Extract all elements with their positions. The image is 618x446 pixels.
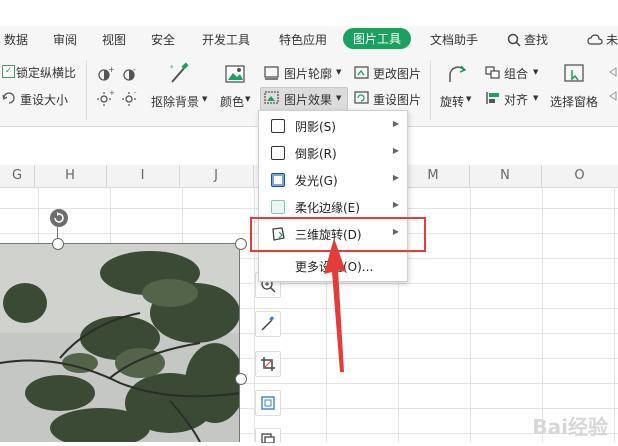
change-picture-icon[interactable] <box>354 66 370 83</box>
column-header[interactable]: O <box>541 165 618 187</box>
picture-effects-icon <box>264 91 280 108</box>
group-button[interactable]: 组合 <box>504 65 528 82</box>
remove-background-dropdown-icon[interactable]: ▼ <box>202 95 207 103</box>
picture-outline-button[interactable]: 图片轮廓 <box>284 65 332 82</box>
reset-picture-icon[interactable] <box>354 91 370 108</box>
rotation-handle-icon[interactable] <box>49 208 69 231</box>
magic-edit-tool-button[interactable] <box>255 311 281 337</box>
rotate-dropdown-icon[interactable]: ▼ <box>466 95 471 103</box>
fit-frame-icon <box>260 395 276 414</box>
rotate-button[interactable]: 旋转 <box>440 93 464 110</box>
align-dropdown-icon[interactable]: ▼ <box>533 94 538 102</box>
tab-dev-tools[interactable]: 开发工具 <box>202 31 250 48</box>
soft-edges-icon <box>271 200 285 214</box>
svg-text:*: * <box>170 64 174 72</box>
color-dropdown-icon[interactable]: ▼ <box>245 95 250 103</box>
layer-icon[interactable] <box>608 66 618 109</box>
change-picture-button[interactable]: 更改图片 <box>373 65 421 82</box>
tab-cloud[interactable]: 未 <box>606 31 618 48</box>
tab-featured-apps[interactable]: 特色应用 <box>279 31 327 48</box>
resize-handle-top[interactable] <box>52 238 64 250</box>
resize-handle-top-right[interactable] <box>235 238 247 250</box>
menu-shadow-label: 阴影(S) <box>295 120 336 134</box>
selection-pane-button[interactable]: 选择窗格 <box>550 93 598 110</box>
remove-background-button[interactable]: 抠除背景 <box>151 93 199 110</box>
glow-icon <box>271 173 285 187</box>
tab-search[interactable]: 查找 <box>524 31 548 48</box>
align-button[interactable]: 对齐 <box>504 91 528 108</box>
selection-pane-icon[interactable] <box>563 62 587 89</box>
reset-size-icon <box>2 91 16 108</box>
submenu-arrow-icon: ▶ <box>392 200 399 209</box>
tab-security[interactable]: 安全 <box>151 31 175 48</box>
picture-effects-label: 图片效果 <box>284 93 333 107</box>
menu-reflection[interactable]: 倒影(R) ▶ <box>259 140 407 167</box>
tab-picture-tools[interactable]: 图片工具 <box>343 28 412 49</box>
picture-outline-icon[interactable] <box>264 66 280 83</box>
menu-glow[interactable]: 发光(G) ▶ <box>259 167 407 194</box>
svg-text:+: + <box>109 90 114 97</box>
ribbon-divider <box>86 60 87 120</box>
increase-contrast-icon[interactable]: + <box>96 65 115 85</box>
svg-text:-: - <box>133 66 136 74</box>
tab-view[interactable]: 视图 <box>102 31 126 48</box>
menu-glow-label: 发光(G) <box>295 174 338 188</box>
submenu-arrow-icon: ▶ <box>392 119 399 128</box>
tab-data[interactable]: 数据 <box>4 31 28 48</box>
tab-doc-assistant[interactable]: 文档助手 <box>430 31 478 48</box>
svg-text:-: - <box>134 90 137 97</box>
crop-tool-button[interactable] <box>255 351 281 377</box>
lock-ratio-checkbox[interactable]: ✓ <box>2 65 15 78</box>
ribbon-divider <box>430 60 431 120</box>
lock-ratio-label[interactable]: 锁定纵横比 <box>16 64 76 81</box>
reset-picture-button[interactable]: 重设图片 <box>373 91 421 108</box>
reflection-icon <box>271 146 285 160</box>
decrease-contrast-icon[interactable]: - <box>121 65 139 85</box>
remove-background-icon[interactable]: * <box>168 62 192 89</box>
menu-tab-bar: 数据 审阅 视图 安全 开发工具 特色应用 图片工具 文档助手 查找 未 <box>0 26 618 54</box>
decrease-brightness-icon[interactable]: - <box>121 89 139 109</box>
picture-selection-frame <box>0 243 240 442</box>
group-dropdown-icon[interactable]: ▼ <box>533 68 538 76</box>
cloud-icon[interactable] <box>587 33 603 50</box>
color-picture-icon[interactable] <box>224 62 248 89</box>
search-icon[interactable] <box>507 33 521 50</box>
fit-tool-button[interactable] <box>255 390 281 416</box>
copy-tool-button[interactable] <box>255 428 281 446</box>
magic-wand-icon <box>260 316 276 335</box>
menu-shadow[interactable]: 阴影(S) ▶ <box>259 113 407 140</box>
group-icon[interactable] <box>485 66 501 83</box>
watermark: Bai经验 <box>532 415 608 439</box>
shadow-icon <box>271 119 285 133</box>
submenu-arrow-icon: ▶ <box>392 146 399 155</box>
column-header[interactable]: H <box>34 165 107 187</box>
rotate-icon[interactable] <box>446 62 470 89</box>
svg-text:+: + <box>108 66 114 74</box>
resize-handle-right[interactable] <box>235 373 247 385</box>
column-header[interactable]: G <box>0 165 35 187</box>
reset-size-button[interactable]: 重设大小 <box>20 91 68 108</box>
color-button[interactable]: 颜色 <box>220 93 244 110</box>
menu-soft-edges-label: 柔化边缘(E) <box>295 201 360 215</box>
picture-effects-dropdown-icon: ▼ <box>336 94 342 102</box>
menu-reflection-label: 倒影(R) <box>295 147 337 161</box>
annotation-arrow <box>324 238 346 372</box>
copy-icon <box>260 432 276 446</box>
column-header[interactable]: J <box>179 165 254 187</box>
crop-icon <box>260 356 276 375</box>
column-header[interactable]: I <box>106 165 180 187</box>
tab-review[interactable]: 审阅 <box>53 31 77 48</box>
increase-brightness-icon[interactable]: + <box>96 89 115 109</box>
column-header[interactable]: N <box>469 165 542 187</box>
align-icon[interactable] <box>485 91 501 108</box>
picture-outline-dropdown-icon[interactable]: ▼ <box>336 68 341 76</box>
submenu-arrow-icon: ▶ <box>392 173 399 182</box>
